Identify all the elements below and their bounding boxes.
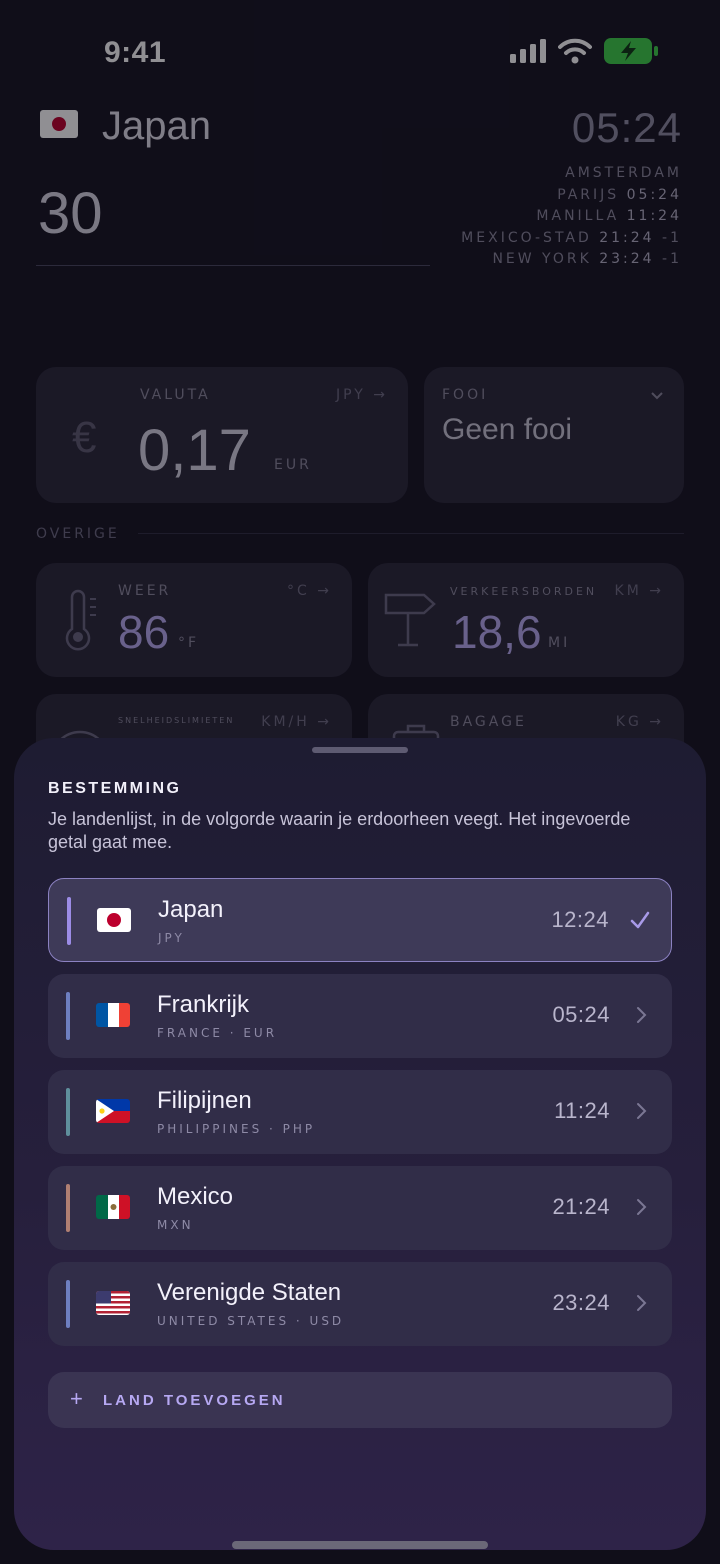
- country-subtitle: FRANCE · EUR: [157, 1026, 278, 1040]
- sheet-grabber[interactable]: [312, 747, 408, 753]
- japan-flag-icon: [97, 908, 131, 932]
- mexico-flag-icon: [96, 1195, 130, 1219]
- france-flag-icon: [96, 1003, 130, 1027]
- accent-bar: [66, 1088, 70, 1136]
- usa-flag-icon: [96, 1291, 130, 1315]
- country-name: Verenigde Staten: [157, 1279, 342, 1306]
- sheet-title: BESTEMMING: [48, 780, 182, 797]
- country-row-mexico[interactable]: Mexico MXN 21:24: [48, 1166, 672, 1250]
- country-name: Frankrijk: [157, 991, 250, 1018]
- add-country-label: LAND TOEVOEGEN: [103, 1392, 286, 1409]
- chevron-right-icon: [637, 1103, 647, 1119]
- country-row-united-states[interactable]: Verenigde Staten UNITED STATES · USD 23:…: [48, 1262, 672, 1346]
- country-row-philippines[interactable]: Filipijnen PHILIPPINES · PHP 11:24: [48, 1070, 672, 1154]
- accent-bar: [66, 992, 70, 1040]
- country-time: 23:24: [552, 1290, 610, 1315]
- philippines-flag-icon: [96, 1099, 130, 1123]
- home-indicator[interactable]: [232, 1541, 488, 1549]
- checkmark-icon: [630, 911, 650, 929]
- destination-sheet: BESTEMMING Je landenlijst, in de volgord…: [14, 738, 706, 1550]
- country-time: 11:24: [554, 1098, 610, 1123]
- country-name: Mexico: [157, 1183, 234, 1210]
- country-name: Filipijnen: [157, 1087, 252, 1114]
- country-row-france[interactable]: Frankrijk FRANCE · EUR 05:24: [48, 974, 672, 1058]
- country-subtitle: UNITED STATES · USD: [157, 1314, 345, 1328]
- country-subtitle: JPY: [158, 931, 185, 945]
- country-time: 21:24: [552, 1194, 610, 1219]
- country-time: 12:24: [551, 907, 609, 932]
- add-country-button[interactable]: + LAND TOEVOEGEN: [48, 1372, 672, 1428]
- country-subtitle: MXN: [157, 1218, 194, 1232]
- sheet-description: Je landenlijst, in de volgorde waarin je…: [48, 809, 631, 852]
- country-subtitle: PHILIPPINES · PHP: [157, 1122, 316, 1136]
- accent-bar: [66, 1184, 70, 1232]
- chevron-right-icon: [637, 1295, 647, 1311]
- accent-bar: [66, 1280, 70, 1328]
- accent-bar: [67, 897, 71, 945]
- country-name: Japan: [158, 896, 224, 923]
- chevron-right-icon: [637, 1007, 647, 1023]
- country-time: 05:24: [552, 1002, 610, 1027]
- chevron-right-icon: [637, 1199, 647, 1215]
- country-row-japan[interactable]: Japan JPY 12:24: [48, 878, 672, 962]
- plus-icon: +: [70, 1386, 83, 1411]
